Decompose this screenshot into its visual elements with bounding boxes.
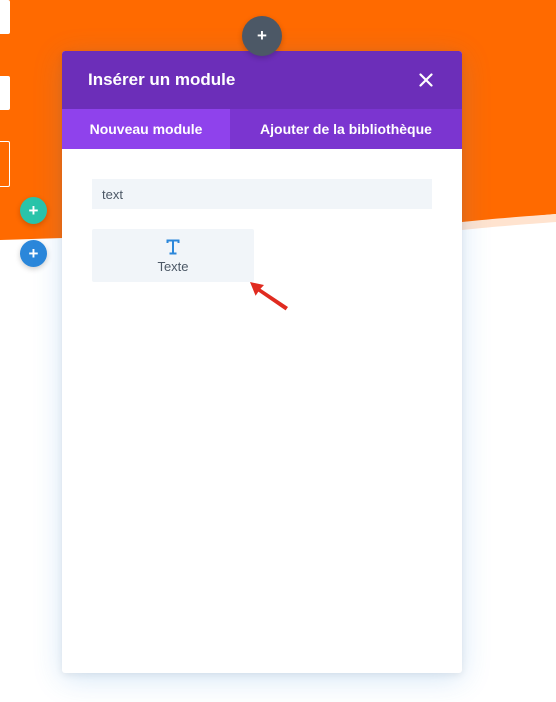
module-search-input[interactable] bbox=[92, 179, 432, 209]
insert-module-modal: Insérer un module Nouveau module Ajouter… bbox=[62, 51, 462, 673]
add-section-button[interactable]: + bbox=[20, 240, 47, 267]
module-label: Texte bbox=[157, 258, 189, 274]
modal-title: Insérer un module bbox=[88, 70, 236, 89]
module-tile-texte[interactable]: Texte bbox=[92, 229, 254, 282]
modal-header: Insérer un module bbox=[62, 51, 462, 109]
plus-icon: + bbox=[257, 26, 267, 45]
red-arrow-annotation bbox=[250, 282, 288, 311]
plus-icon: + bbox=[28, 200, 39, 220]
tab-label: Ajouter de la bibliothèque bbox=[260, 121, 432, 137]
close-icon bbox=[419, 73, 433, 87]
plus-icon: + bbox=[28, 243, 39, 263]
page-canvas: + + Insérer un module Nouveau module Ajo… bbox=[0, 0, 556, 702]
tab-add-from-library[interactable]: Ajouter de la bibliothèque bbox=[230, 109, 462, 149]
tab-new-module[interactable]: Nouveau module bbox=[62, 109, 230, 149]
section-card-3-outlined[interactable] bbox=[0, 141, 10, 187]
modal-body: Texte bbox=[62, 149, 462, 282]
tab-label: Nouveau module bbox=[89, 121, 203, 137]
module-grid: Texte bbox=[92, 229, 432, 282]
section-card-1[interactable] bbox=[0, 0, 10, 34]
section-card-2[interactable] bbox=[0, 76, 10, 110]
add-module-button[interactable]: + bbox=[242, 16, 282, 56]
close-button[interactable] bbox=[416, 70, 436, 90]
text-icon bbox=[166, 238, 180, 256]
add-row-button[interactable]: + bbox=[20, 197, 47, 224]
modal-tabs: Nouveau module Ajouter de la bibliothèqu… bbox=[62, 109, 462, 149]
